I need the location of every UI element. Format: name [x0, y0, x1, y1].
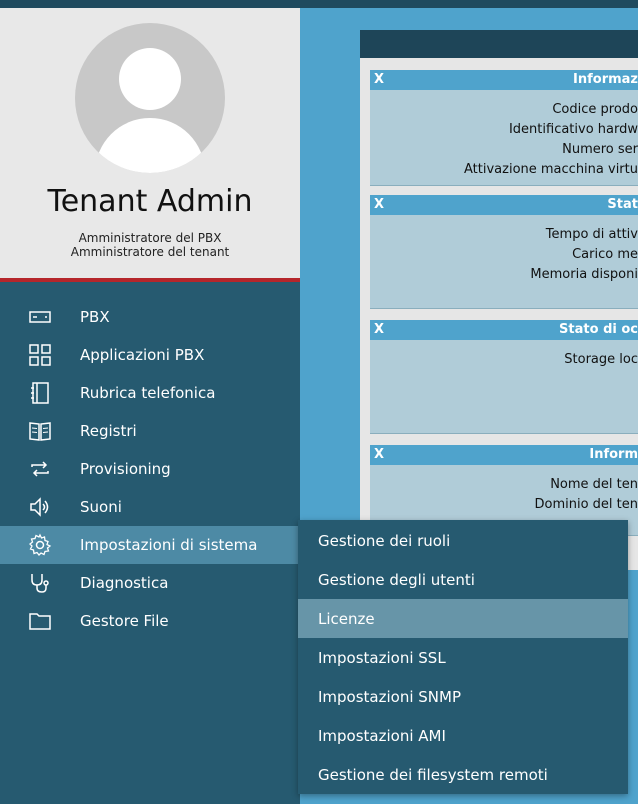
card-row-label: Attivazione macchina virtu	[464, 162, 638, 177]
folder-icon	[28, 609, 52, 633]
card-row-label: Dominio del ten	[534, 497, 638, 512]
submenu-item-label: Licenze	[318, 609, 375, 628]
user-role: Amministratore del tenant	[70, 245, 230, 259]
avatar	[75, 23, 225, 173]
card-row-label: Nome del ten	[550, 477, 638, 492]
sidebar-item-label: Rubrica telefonica	[80, 384, 216, 402]
card-row-label: Storage loc	[564, 352, 638, 367]
address-book-icon	[28, 381, 52, 405]
card-row-label: Identificativo hardw	[508, 122, 638, 137]
submenu-item-label: Gestione dei ruoli	[318, 531, 451, 550]
storage-card: X Stato di oc Storage loc	[370, 320, 638, 434]
card-header: X Informaz	[370, 70, 638, 90]
dashboard-header	[360, 30, 638, 58]
sidebar-item-label: Diagnostica	[80, 574, 169, 592]
sidebar-menu: PBX Applicazioni PBX Rubrica telefonica …	[0, 298, 300, 640]
stethoscope-icon	[28, 571, 52, 595]
sidebar-item-registri[interactable]: Registri	[0, 412, 300, 450]
sidebar-item-diagnostica[interactable]: Diagnostica	[0, 564, 300, 602]
submenu-item-licenze[interactable]: Licenze	[298, 599, 628, 638]
sidebar-item-label: Gestore File	[80, 612, 169, 630]
sidebar-item-label: Suoni	[80, 498, 122, 516]
speaker-icon	[28, 495, 52, 519]
card-row-label: Codice prodo	[552, 102, 638, 117]
card-row-label: Tempo di attiv	[545, 227, 638, 242]
submenu-item-ssl[interactable]: Impostazioni SSL	[298, 638, 628, 677]
card-title: Stato di oc	[559, 322, 638, 337]
sidebar-item-label: Registri	[80, 422, 137, 440]
card-header: X Stato di oc	[370, 320, 638, 340]
sidebar-item-rubrica[interactable]: Rubrica telefonica	[0, 374, 300, 412]
card-title: Inform	[589, 447, 638, 462]
submenu-item-filesystem-remoti[interactable]: Gestione dei filesystem remoti	[298, 755, 628, 794]
card-title: Stat	[607, 197, 638, 212]
status-card: X Stat Tempo di attiv Carico me Memoria …	[370, 195, 638, 309]
dashboard-panel: X Informaz Codice prodo Identificativo h…	[360, 30, 638, 570]
provisioning-icon	[28, 457, 52, 481]
card-row-label: Numero ser	[562, 142, 638, 157]
card-header: X Inform	[370, 445, 638, 465]
submenu-item-gestione-utenti[interactable]: Gestione degli utenti	[298, 560, 628, 599]
close-card-button[interactable]: X	[374, 197, 384, 212]
sidebar-item-suoni[interactable]: Suoni	[0, 488, 300, 526]
sidebar-item-pbx[interactable]: PBX	[0, 298, 300, 336]
sidebar: Tenant Admin Amministratore del PBX Ammi…	[0, 8, 300, 804]
submenu-item-label: Impostazioni SNMP	[318, 687, 462, 706]
server-icon	[28, 305, 52, 329]
submenu-item-label: Impostazioni SSL	[318, 648, 446, 667]
info-card: X Informaz Codice prodo Identificativo h…	[370, 70, 638, 186]
sidebar-item-applicazioni-pbx[interactable]: Applicazioni PBX	[0, 336, 300, 374]
card-header: X Stat	[370, 195, 638, 215]
sidebar-item-label: Applicazioni PBX	[80, 346, 205, 364]
card-row-label: Carico me	[572, 247, 638, 262]
top-bar	[0, 0, 638, 8]
close-card-button[interactable]: X	[374, 322, 384, 337]
gear-icon	[28, 533, 52, 557]
sidebar-item-label: Provisioning	[80, 460, 171, 478]
profile-panel: Tenant Admin Amministratore del PBX Ammi…	[0, 8, 300, 282]
close-card-button[interactable]: X	[374, 72, 384, 87]
sidebar-item-gestore-file[interactable]: Gestore File	[0, 602, 300, 640]
sidebar-item-impostazioni-di-sistema[interactable]: Impostazioni di sistema	[0, 526, 300, 564]
submenu-item-ami[interactable]: Impostazioni AMI	[298, 716, 628, 755]
submenu-item-label: Gestione degli utenti	[318, 570, 475, 589]
sidebar-item-provisioning[interactable]: Provisioning	[0, 450, 300, 488]
grid-icon	[28, 343, 52, 367]
submenu-item-gestione-ruoli[interactable]: Gestione dei ruoli	[298, 521, 628, 560]
card-title: Informaz	[573, 72, 638, 87]
sidebar-item-label: PBX	[80, 308, 110, 326]
user-name: Tenant Admin	[47, 184, 253, 219]
submenu-item-label: Impostazioni AMI	[318, 726, 446, 745]
sidebar-item-label: Impostazioni di sistema	[80, 536, 258, 554]
card-row-label: Memoria disponi	[530, 267, 638, 282]
user-role: Amministratore del PBX	[78, 231, 222, 245]
book-icon	[28, 419, 52, 443]
submenu-item-snmp[interactable]: Impostazioni SNMP	[298, 677, 628, 716]
submenu-item-label: Gestione dei filesystem remoti	[318, 765, 548, 784]
system-settings-submenu: Gestione dei ruoli Gestione degli utenti…	[298, 520, 628, 794]
close-card-button[interactable]: X	[374, 447, 384, 462]
